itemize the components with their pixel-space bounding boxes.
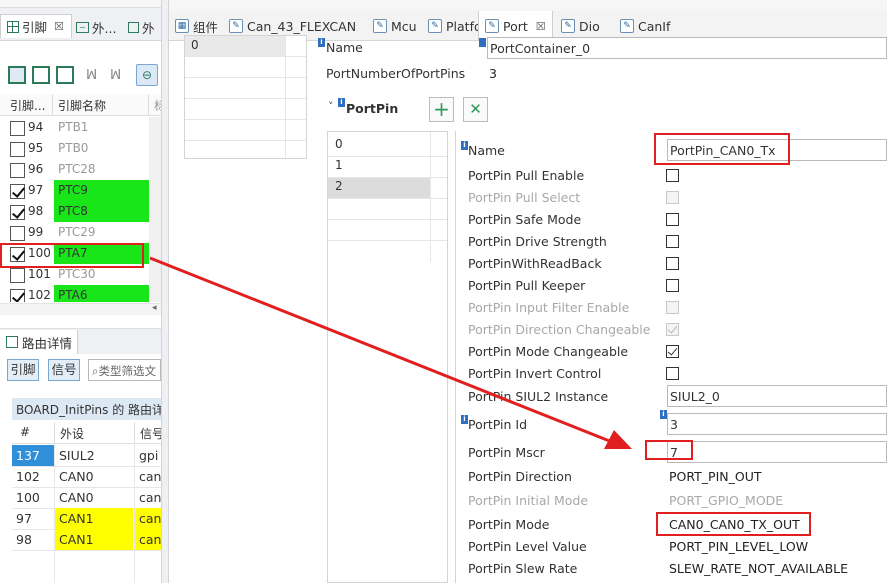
annotation-arrow: [149, 256, 632, 449]
